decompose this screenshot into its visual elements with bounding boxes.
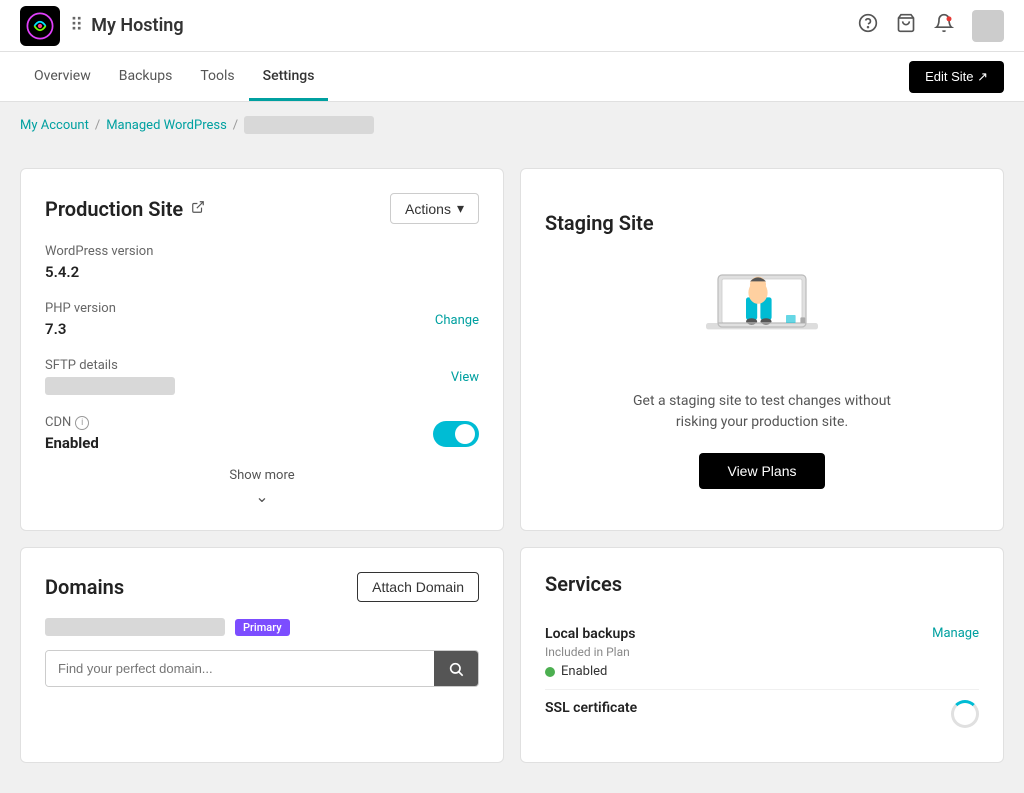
topbar-title: My Hosting (91, 15, 858, 36)
attach-domain-button[interactable]: Attach Domain (357, 572, 479, 602)
sftp-row: SFTP details View (45, 358, 479, 395)
local-backups-status: Enabled (545, 664, 635, 679)
navbar: Overview Backups Tools Settings Edit Sit… (0, 52, 1024, 102)
services-card: Services Local backups Included in Plan … (520, 547, 1004, 763)
php-version-right: Change (435, 312, 479, 328)
cdn-toggle-slider (433, 421, 479, 447)
cdn-toggle[interactable] (433, 421, 479, 447)
domain-search-input[interactable] (46, 651, 434, 686)
domains-card: Domains Attach Domain Primary (20, 547, 504, 763)
show-more-chevron-icon: ⌄ (255, 487, 268, 506)
nav-settings[interactable]: Settings (249, 52, 329, 101)
show-more-button[interactable]: Show more ⌄ (45, 468, 479, 506)
staging-illustration (682, 251, 842, 371)
nav-backups[interactable]: Backups (105, 52, 187, 101)
production-site-title: Production Site (45, 197, 205, 221)
status-enabled-dot (545, 667, 555, 677)
breadcrumb-sep-2: / (233, 118, 238, 133)
php-change-link[interactable]: Change (435, 313, 479, 328)
local-backups-row: Local backups Included in Plan Enabled M… (545, 616, 979, 690)
cdn-label: CDN i (45, 415, 99, 430)
domain-entry: Primary (45, 618, 479, 636)
sftp-label: SFTP details (45, 358, 175, 373)
main-content: Production Site Actions ▾ WordPress vers… (0, 148, 1024, 783)
user-avatar[interactable] (972, 10, 1004, 42)
ssl-certificate-info: SSL certificate (545, 700, 637, 719)
nav-tools[interactable]: Tools (186, 52, 248, 101)
local-backups-name: Local backups (545, 626, 635, 642)
wp-version-value: 5.4.2 (45, 263, 479, 281)
domains-header: Domains Attach Domain (45, 572, 479, 602)
services-title: Services (545, 572, 979, 596)
php-version-row: PHP version 7.3 Change (45, 301, 479, 338)
topbar-actions (858, 10, 1004, 42)
nav-right: Edit Site ↗ (909, 61, 1004, 93)
breadcrumb-my-account[interactable]: My Account (20, 118, 89, 133)
staging-site-card: Staging Site (520, 168, 1004, 531)
breadcrumb-current-page (244, 116, 374, 134)
staging-site-title: Staging Site (545, 211, 654, 235)
cdn-row: CDN i Enabled (45, 415, 479, 452)
view-plans-button[interactable]: View Plans (699, 453, 824, 489)
help-icon[interactable] (858, 13, 878, 38)
wp-version-label: WordPress version (45, 244, 479, 259)
domain-search-button[interactable] (434, 651, 478, 686)
breadcrumb-managed-wp[interactable]: Managed WordPress (106, 118, 227, 133)
brand-logo[interactable] (20, 6, 60, 46)
sftp-left: SFTP details (45, 358, 175, 395)
ssl-certificate-row: SSL certificate (545, 690, 979, 738)
search-icon (448, 661, 464, 677)
domain-search-wrapper (45, 650, 479, 687)
php-version-value: 7.3 (45, 320, 116, 338)
sftp-value-blur (45, 377, 175, 395)
topbar: ⠿ My Hosting (0, 0, 1024, 52)
domain-name-blur (45, 618, 225, 636)
nav-overview[interactable]: Overview (20, 52, 105, 101)
production-site-header: Production Site Actions ▾ (45, 193, 479, 224)
actions-button[interactable]: Actions ▾ (390, 193, 479, 224)
php-version-label: PHP version (45, 301, 116, 316)
php-version-left: PHP version 7.3 (45, 301, 116, 338)
sftp-right: View (451, 369, 479, 385)
wp-version-row: WordPress version 5.4.2 (45, 244, 479, 281)
cdn-label-group: CDN i Enabled (45, 415, 99, 452)
chevron-down-icon: ▾ (457, 200, 464, 217)
local-backups-sub: Included in Plan (545, 645, 635, 659)
grid-icon[interactable]: ⠿ (70, 15, 83, 36)
staging-description: Get a staging site to test changes witho… (632, 391, 892, 433)
cart-icon[interactable] (896, 13, 916, 38)
breadcrumb-sep-1: / (95, 118, 100, 133)
local-backups-info: Local backups Included in Plan Enabled (545, 626, 635, 679)
domains-title: Domains (45, 575, 124, 599)
cdn-info-icon[interactable]: i (75, 416, 89, 430)
manage-backups-link[interactable]: Manage (932, 626, 979, 641)
primary-badge: Primary (235, 619, 290, 636)
production-site-card: Production Site Actions ▾ WordPress vers… (20, 168, 504, 531)
bell-icon[interactable] (934, 13, 954, 38)
ssl-certificate-name: SSL certificate (545, 700, 637, 716)
external-link-icon[interactable] (191, 200, 205, 218)
breadcrumb: My Account / Managed WordPress / (0, 102, 1024, 148)
sftp-view-link[interactable]: View (451, 370, 479, 385)
cdn-value: Enabled (45, 434, 99, 452)
ssl-loading-spinner (951, 700, 979, 728)
edit-site-button[interactable]: Edit Site ↗ (909, 61, 1004, 93)
